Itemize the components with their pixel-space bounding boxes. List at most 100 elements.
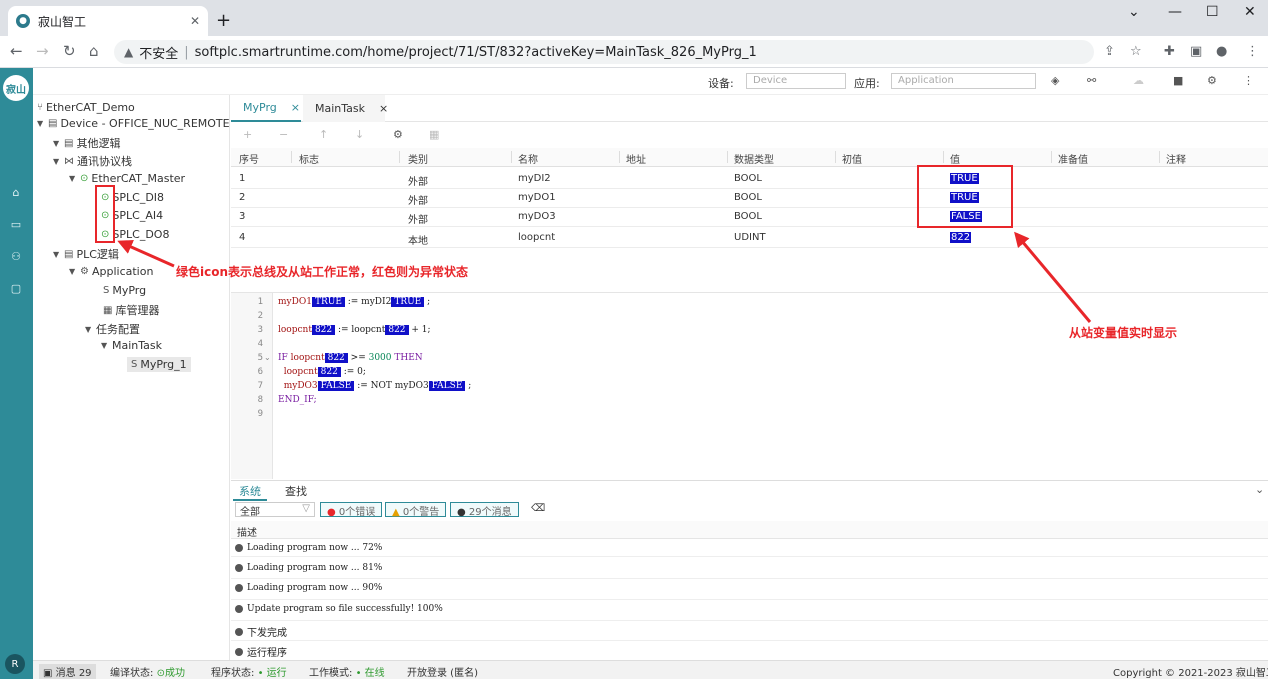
add-icon[interactable]: + [243,128,252,141]
link-icon[interactable]: ⚯ [1087,74,1096,87]
tab-search-icon[interactable]: ⌄ [1128,4,1140,20]
tab-system[interactable]: 系统 [233,483,267,501]
tree-comm-bus[interactable]: ▼ ⋈ 通讯协议栈 [53,153,132,169]
tab-myprg[interactable]: MyPrg × [231,95,301,122]
users-nav-icon[interactable]: ⚇ [8,250,24,266]
reload-icon[interactable]: ↻ [63,42,76,60]
info-icon [235,584,243,592]
caret-down-icon[interactable]: ▼ [69,174,77,183]
menu-dots-icon[interactable]: ⋮ [1246,44,1259,59]
row-index: 2 [239,192,246,203]
caret-down-icon[interactable]: ▼ [53,157,61,166]
clear-trash-icon[interactable]: ⌫ [531,503,545,514]
caret-down-icon[interactable]: ▼ [53,139,61,148]
minimize-icon[interactable]: — [1168,4,1182,20]
remove-icon[interactable]: − [279,128,288,141]
home-icon[interactable]: ⌂ [89,42,99,60]
line-number: 7 [257,381,263,391]
tree-task-config[interactable]: ▼ 任务配置 [85,321,140,337]
tree-slave-label: SPLC_DI8 [112,191,165,204]
maximize-icon[interactable]: ☐ [1206,4,1219,20]
warnings-filter[interactable]: ▲ 0个警告 [385,502,447,518]
tree-other-logic-label: 其他逻辑 [76,137,121,150]
monitor-value: TRUE [311,297,345,307]
table-row[interactable]: 1 外部 myDI2 BOOL TRUE [231,170,1268,189]
profile-icon[interactable]: ● [1216,44,1227,59]
device-select[interactable]: Device [746,73,846,89]
close-tab-icon[interactable]: ✕ [190,14,200,28]
var-toolbar: + − ↑ ↓ ⚙ ▦ [231,123,1268,147]
package-nav-icon[interactable]: ▢ [8,282,24,298]
back-icon[interactable]: ← [10,42,23,60]
browser-tab[interactable]: ● 寂山智工 ✕ [8,6,208,36]
more-icon[interactable]: ⋮ [1243,74,1254,87]
caret-down-icon[interactable]: ▼ [53,250,61,259]
errors-label: 0个错误 [338,507,376,518]
application-select[interactable]: Application [891,73,1036,89]
fold-icon[interactable]: ⌄ [264,353,271,362]
close-window-icon[interactable]: ✕ [1244,4,1256,20]
move-down-icon[interactable]: ↓ [355,128,364,141]
table-row[interactable]: 3 外部 myDO3 BOOL FALSE [231,208,1268,227]
close-icon[interactable]: × [291,101,300,114]
bookmark-star-icon[interactable]: ☆ [1130,44,1142,59]
tree-master[interactable]: ▼ ⊙ EtherCAT_Master [69,172,185,185]
col-header: 标志 [299,155,319,166]
col-header: 序号 [239,155,259,166]
tree-maintask[interactable]: ▼ MainTask [101,339,162,352]
caret-down-icon[interactable]: ▼ [85,325,93,334]
col-divider [943,151,944,163]
sidepanel-icon[interactable]: ▣ [1190,44,1202,59]
url-field[interactable]: ▲ 不安全 | softplc.smartruntime.com/home/pr… [114,40,1094,64]
tree-plc-logic[interactable]: ▼ ▤ PLC逻辑 [53,246,119,262]
debug-icon[interactable]: ⚙ [1207,74,1217,87]
tab-maintask[interactable]: MainTask × [303,95,388,122]
login-status[interactable]: 开放登录 (匿名) [407,664,478,679]
tree-application[interactable]: ▼ ⚙ Application [69,265,153,278]
row-category: 外部 [408,215,428,226]
tree-lib-manager[interactable]: ▦ 库管理器 [103,302,159,318]
tree-myprg1[interactable]: S MyPrg_1 [127,357,191,372]
table-row[interactable]: 2 外部 myDO1 BOOL TRUE [231,189,1268,208]
tree-other-logic[interactable]: ▼ ▤ 其他逻辑 [53,135,120,151]
info-icon [235,647,243,656]
message-count-label: 消息 29 [55,668,92,679]
tree-device[interactable]: ▼ ▤ Device - OFFICE_NUC_REMOTE [37,117,230,130]
tree-root[interactable]: ⑂ EtherCAT_Demo [37,101,135,114]
settings-icon[interactable]: ⚙ [393,128,403,141]
code-line-8: END_IF; [278,395,317,405]
home-nav-icon[interactable]: ⌂ [8,186,24,202]
errors-filter[interactable]: ● 0个错误 [320,502,383,518]
monitor-value: FALSE [428,381,466,391]
move-up-icon[interactable]: ↑ [319,128,328,141]
layers-icon[interactable]: ◈ [1051,74,1059,87]
caret-down-icon[interactable]: ▼ [69,267,77,276]
messages-filter[interactable]: ● 29个消息 [450,502,519,518]
caret-down-icon[interactable]: ▼ [101,341,109,350]
table-icon[interactable]: ▦ [429,128,439,141]
document-nav-icon[interactable]: ▭ [8,218,24,234]
library-icon: ▦ [103,304,113,316]
forward-icon[interactable]: → [36,42,49,60]
extensions-icon[interactable]: ✚ [1164,44,1175,59]
code-token: loopcnt [278,367,318,377]
message-count[interactable]: ▣ 消息 29 [39,664,96,679]
table-row[interactable]: 4 本地 loopcnt UDINT 822 [231,229,1268,248]
code-number: 3000 [368,353,392,363]
filter-select[interactable]: 全部 ▽ [235,502,315,518]
share-icon[interactable]: ⇪ [1104,44,1115,59]
annotation-left-text: 绿色icon表示总线及从站工作正常，红色则为异常状态 [176,265,469,279]
new-tab-button[interactable]: + [216,10,231,31]
collapse-icon[interactable]: ⌄ [1255,483,1264,496]
caret-down-icon[interactable]: ▼ [37,119,45,128]
monitor-value: 822 [317,367,341,377]
stop-icon[interactable]: ■ [1173,74,1183,87]
tab-find[interactable]: 查找 [279,483,313,499]
col-header: 数据类型 [734,155,774,166]
code-editor[interactable]: 1 2 3 4 5 6 7 8 9 ⌄ myDO1 TRUE := myDI2 TR… [231,292,1268,479]
tree-myprg[interactable]: S MyPrg [103,284,146,297]
cloud-icon[interactable]: ☁ [1133,74,1144,87]
user-avatar[interactable]: R [5,654,25,674]
tree-lib-manager-label: 库管理器 [115,304,160,317]
close-icon[interactable]: × [379,102,388,115]
